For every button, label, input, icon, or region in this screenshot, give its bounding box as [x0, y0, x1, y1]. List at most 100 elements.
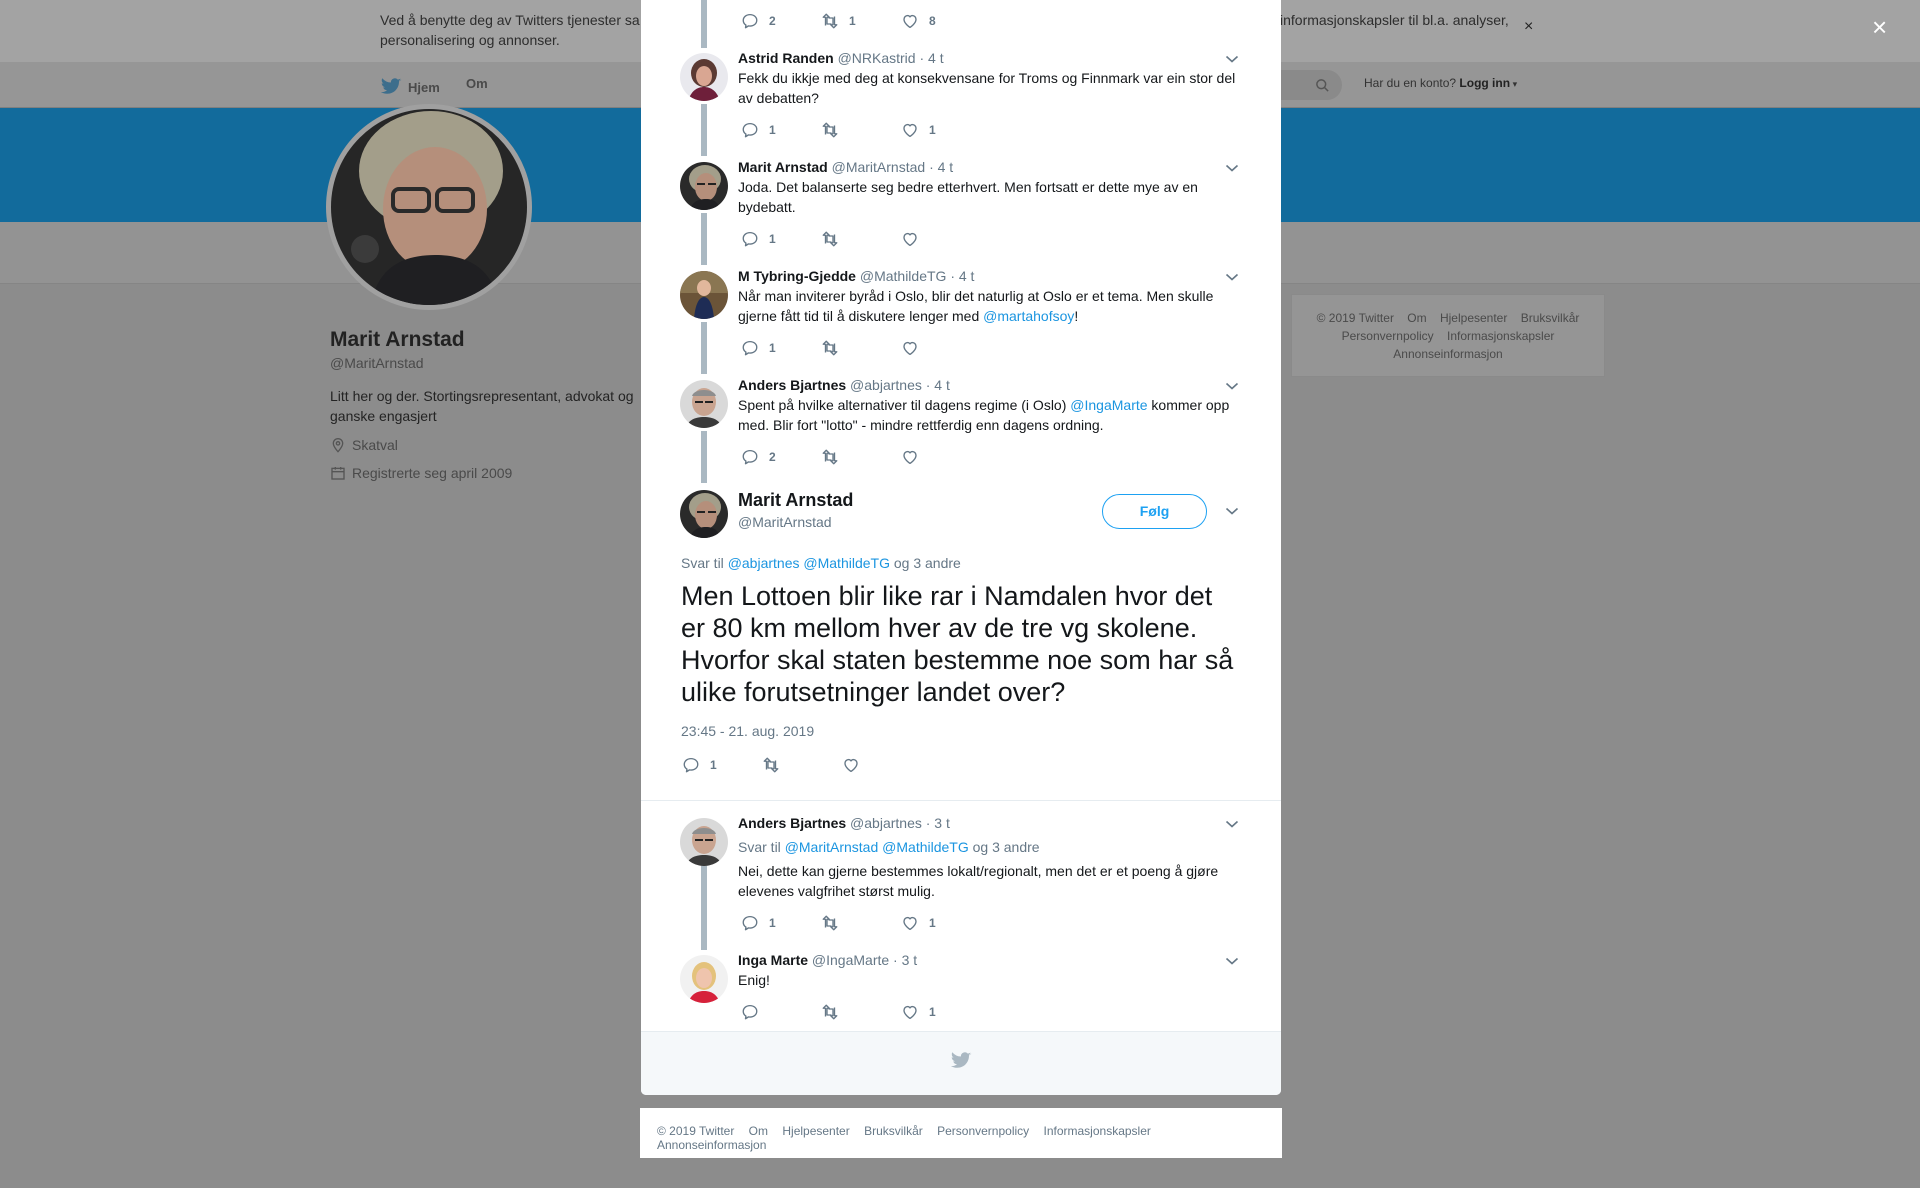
tweet-time[interactable]: · 3 t — [893, 952, 917, 968]
avatar[interactable] — [680, 271, 728, 319]
reply-icon — [741, 339, 759, 357]
mention-link[interactable]: @MathildeTG — [882, 839, 969, 855]
mention-link[interactable]: @abjartnes — [728, 555, 800, 571]
like-button[interactable] — [901, 339, 981, 357]
login-link[interactable]: Logg inn — [1459, 76, 1510, 90]
profile-avatar[interactable] — [326, 104, 532, 310]
main-tweet-timestamp[interactable]: 23:45 - 21. aug. 2019 — [681, 723, 814, 739]
profile-name[interactable]: Marit Arnstad — [330, 328, 465, 352]
retweet-button[interactable] — [821, 448, 901, 466]
sidebar-footer-about[interactable]: Om — [1407, 311, 1426, 325]
avatar[interactable] — [680, 955, 728, 1003]
chevron-down-icon[interactable] — [1225, 163, 1239, 173]
like-button[interactable] — [901, 448, 981, 466]
tweet-author-handle[interactable]: @MathildeTG — [860, 268, 947, 284]
tweet-author-name[interactable]: Anders Bjartnes — [738, 377, 846, 393]
like-count: 1 — [929, 123, 936, 137]
like-icon — [901, 230, 919, 248]
retweet-button[interactable] — [821, 230, 901, 248]
like-button[interactable]: 8 — [901, 12, 981, 30]
retweet-button[interactable] — [821, 339, 901, 357]
tweet-author-name[interactable]: Inga Marte — [738, 952, 808, 968]
sidebar-footer-ads[interactable]: Annonseinformasjon — [1393, 347, 1502, 361]
nav-home[interactable]: Hjem — [380, 76, 440, 98]
cookie-close-icon[interactable]: × — [1524, 18, 1533, 36]
mention-link[interactable]: @MaritArnstad — [785, 839, 879, 855]
like-button[interactable]: 1 — [901, 121, 981, 139]
avatar-photo — [680, 271, 728, 319]
tweet-time[interactable]: · 4 t — [950, 268, 974, 284]
retweet-icon — [821, 448, 839, 466]
tweet-time[interactable]: · 4 t — [929, 159, 953, 175]
reply-button[interactable]: 2 — [741, 448, 821, 466]
retweet-button[interactable] — [762, 756, 842, 774]
like-button[interactable] — [842, 756, 922, 774]
reply-button[interactable]: 1 — [682, 756, 762, 774]
reply-button[interactable]: 1 — [741, 339, 821, 357]
mention-link[interactable]: @MathildeTG — [803, 555, 890, 571]
avatar-photo — [680, 162, 728, 210]
avatar[interactable] — [680, 818, 728, 866]
retweet-button[interactable] — [821, 914, 901, 932]
chevron-down-icon[interactable] — [1225, 381, 1239, 391]
thread-line — [701, 0, 707, 48]
footer-terms[interactable]: Bruksvilkår — [864, 1124, 923, 1138]
tweet-time[interactable]: · 4 t — [919, 50, 943, 66]
tweet-time[interactable]: · 4 t — [926, 377, 950, 393]
reply-button[interactable]: 2 — [741, 12, 821, 30]
avatar-photo — [680, 818, 728, 866]
tweet-author-name[interactable]: Astrid Randen — [738, 50, 834, 66]
reply-button[interactable]: 1 — [741, 230, 821, 248]
reply-button[interactable] — [741, 1003, 821, 1021]
tweet-text: Nei, dette kan gjerne bestemmes lokalt/r… — [738, 863, 1219, 899]
tweet-author-handle[interactable]: @abjartnes — [850, 815, 922, 831]
profile-handle[interactable]: @MaritArnstad — [330, 355, 424, 371]
retweet-button[interactable]: 1 — [821, 12, 901, 30]
retweet-button[interactable] — [821, 1003, 901, 1021]
follow-button[interactable]: Følg — [1102, 494, 1207, 529]
chevron-down-icon[interactable] — [1225, 506, 1239, 516]
tweet-author-handle[interactable]: @NRKastrid — [838, 50, 916, 66]
like-button[interactable]: 1 — [901, 1003, 981, 1021]
reply-button[interactable]: 1 — [741, 121, 821, 139]
footer-cookies[interactable]: Informasjonskapsler — [1044, 1124, 1151, 1138]
chevron-down-icon[interactable] — [1225, 956, 1239, 966]
footer-about[interactable]: Om — [749, 1124, 768, 1138]
sidebar-footer-help[interactable]: Hjelpesenter — [1440, 311, 1507, 325]
reply-count: 2 — [769, 450, 776, 464]
main-tweet-author-name[interactable]: Marit Arnstad — [738, 490, 853, 511]
reply-count: 2 — [769, 14, 776, 28]
tweet-author-name[interactable]: M Tybring-Gjedde — [738, 268, 856, 284]
close-icon[interactable]: × — [1872, 12, 1887, 43]
retweet-button[interactable] — [821, 121, 901, 139]
footer-privacy[interactable]: Personvernpolicy — [937, 1124, 1029, 1138]
sidebar-footer-privacy[interactable]: Personvernpolicy — [1342, 329, 1434, 343]
chevron-down-icon[interactable] — [1225, 272, 1239, 282]
avatar[interactable] — [680, 53, 728, 101]
tweet-author-name[interactable]: Anders Bjartnes — [738, 815, 846, 831]
footer-help[interactable]: Hjelpesenter — [782, 1124, 849, 1138]
tweet-author-handle[interactable]: @abjartnes — [850, 377, 922, 393]
tweet-author-handle[interactable]: @MaritArnstad — [832, 159, 926, 175]
sidebar-footer-terms[interactable]: Bruksvilkår — [1521, 311, 1580, 325]
tweet-time[interactable]: · 3 t — [926, 815, 950, 831]
avatar[interactable] — [680, 162, 728, 210]
reply-suffix[interactable]: og 3 andre — [894, 555, 961, 571]
tweet-author-handle[interactable]: @IngaMarte — [812, 952, 889, 968]
like-button[interactable] — [901, 230, 981, 248]
thread-line — [701, 431, 707, 483]
mention-link[interactable]: @IngaMarte — [1070, 397, 1147, 413]
avatar[interactable] — [680, 490, 728, 538]
chevron-down-icon[interactable] — [1225, 54, 1239, 64]
reply-suffix[interactable]: og 3 andre — [973, 839, 1040, 855]
main-tweet-author-handle[interactable]: @MaritArnstad — [738, 514, 832, 530]
sidebar-footer-cookies[interactable]: Informasjonskapsler — [1447, 329, 1554, 343]
avatar[interactable] — [680, 380, 728, 428]
tweet-author-name[interactable]: Marit Arnstad — [738, 159, 828, 175]
reply-button[interactable]: 1 — [741, 914, 821, 932]
footer-ads[interactable]: Annonseinformasjon — [657, 1138, 766, 1152]
chevron-down-icon[interactable] — [1225, 819, 1239, 829]
like-button[interactable]: 1 — [901, 914, 981, 932]
mention-link[interactable]: @martahofsoy — [983, 308, 1074, 324]
nav-about[interactable]: Om — [466, 76, 488, 91]
